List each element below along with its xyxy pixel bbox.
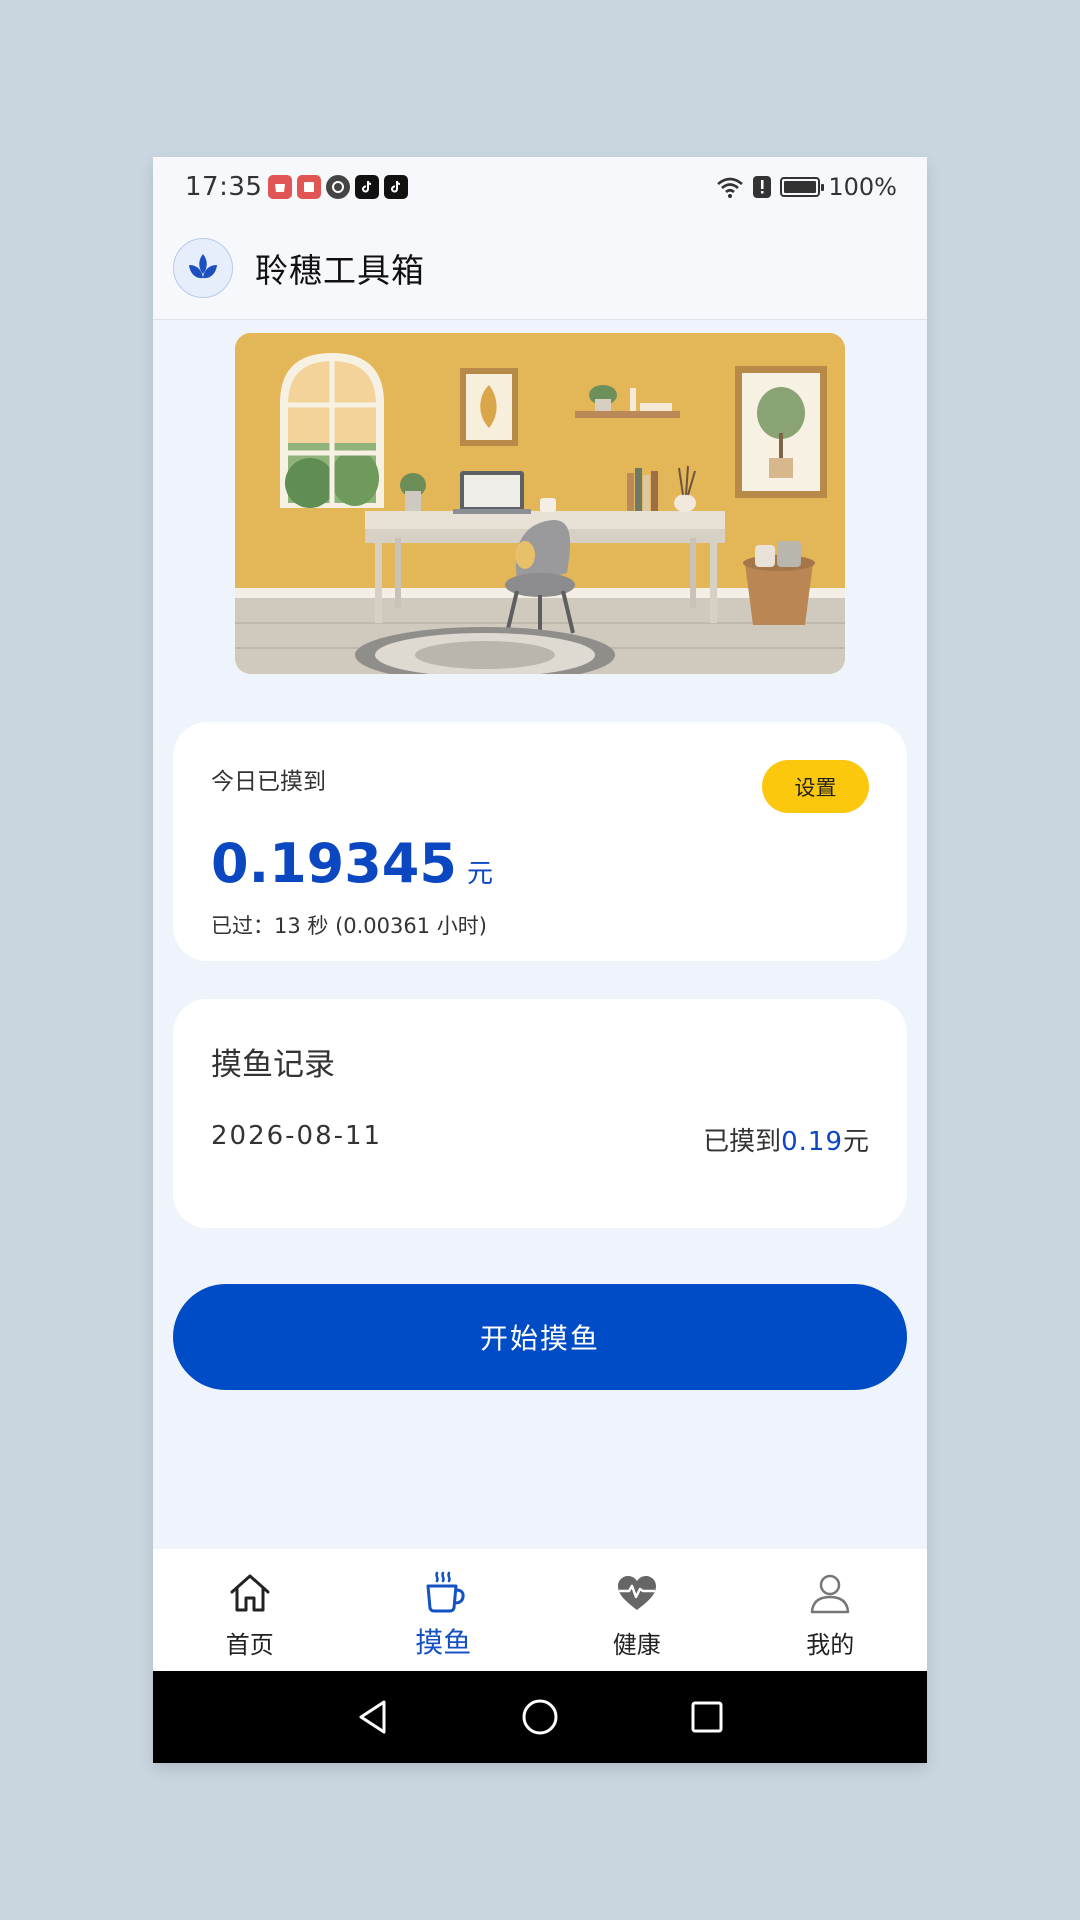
- app-header: 聆穗工具箱: [153, 217, 927, 320]
- home-button[interactable]: [520, 1697, 560, 1737]
- nav-label-fishing: 摸鱼: [415, 1626, 472, 1659]
- record-amount-value: 0.19: [781, 1127, 843, 1157]
- recents-button[interactable]: [687, 1697, 727, 1737]
- home-icon: [226, 1569, 274, 1617]
- system-nav-bar: [153, 1671, 927, 1763]
- notification-icons: [268, 175, 409, 199]
- nav-item-home[interactable]: 首页: [153, 1549, 347, 1671]
- record-amount: 已摸到0.19元: [703, 1121, 869, 1158]
- phone-screen: 17:35 100% 聆穗工具箱 今日已摸到 设置 0.19345 元 已过：1…: [153, 157, 927, 1763]
- record-date: 2026-08-11: [211, 1121, 383, 1151]
- settings-button[interactable]: 设置: [762, 760, 869, 813]
- user-icon: [806, 1569, 854, 1617]
- banner-illustration: [235, 333, 845, 674]
- status-bar: 17:35 100%: [153, 157, 927, 217]
- nav-label-health: 健康: [612, 1631, 661, 1659]
- browser-app-icon: [326, 175, 351, 199]
- battery-percent: 100%: [828, 173, 897, 201]
- app-title: 聆穗工具箱: [255, 251, 425, 290]
- nav-item-health[interactable]: 健康: [540, 1549, 734, 1671]
- back-button[interactable]: [353, 1697, 393, 1737]
- records-card: 摸鱼记录 2026-08-11 已摸到0.19元: [173, 999, 907, 1228]
- earnings-label: 今日已摸到: [211, 769, 326, 795]
- record-amount-prefix: 已摸到: [703, 1127, 782, 1157]
- coffee-cup-icon: [419, 1569, 467, 1617]
- bottom-nav: 首页 摸鱼 健康 我的: [153, 1549, 927, 1671]
- record-amount-suffix: 元: [842, 1127, 869, 1157]
- book-app-icon: [297, 175, 322, 199]
- wifi-icon: [717, 177, 744, 198]
- start-button[interactable]: 开始摸鱼: [173, 1284, 907, 1390]
- shopping-app-icon: [268, 175, 293, 199]
- earnings-card: 今日已摸到 设置 0.19345 元 已过：13 秒 (0.00361 小时): [173, 722, 907, 961]
- tiktok-icon: [355, 175, 380, 199]
- nav-label-profile: 我的: [806, 1631, 855, 1659]
- battery-icon: [780, 177, 825, 197]
- status-right: 100%: [716, 173, 897, 201]
- status-time: 17:35: [185, 172, 263, 202]
- alert-icon: [753, 176, 772, 198]
- earnings-amount: 0.19345: [211, 832, 457, 895]
- app-logo-icon: [173, 238, 233, 298]
- nav-item-fishing[interactable]: 摸鱼: [347, 1549, 541, 1671]
- heart-pulse-icon: [613, 1569, 661, 1617]
- earnings-unit: 元: [466, 859, 493, 889]
- tiktok-icon: [384, 175, 409, 199]
- nav-label-home: 首页: [225, 1631, 274, 1659]
- nav-item-profile[interactable]: 我的: [734, 1549, 928, 1671]
- elapsed-time: 已过：13 秒 (0.00361 小时): [211, 914, 487, 938]
- records-title: 摸鱼记录: [211, 1047, 335, 1083]
- earnings-amount-row: 0.19345 元: [211, 832, 493, 895]
